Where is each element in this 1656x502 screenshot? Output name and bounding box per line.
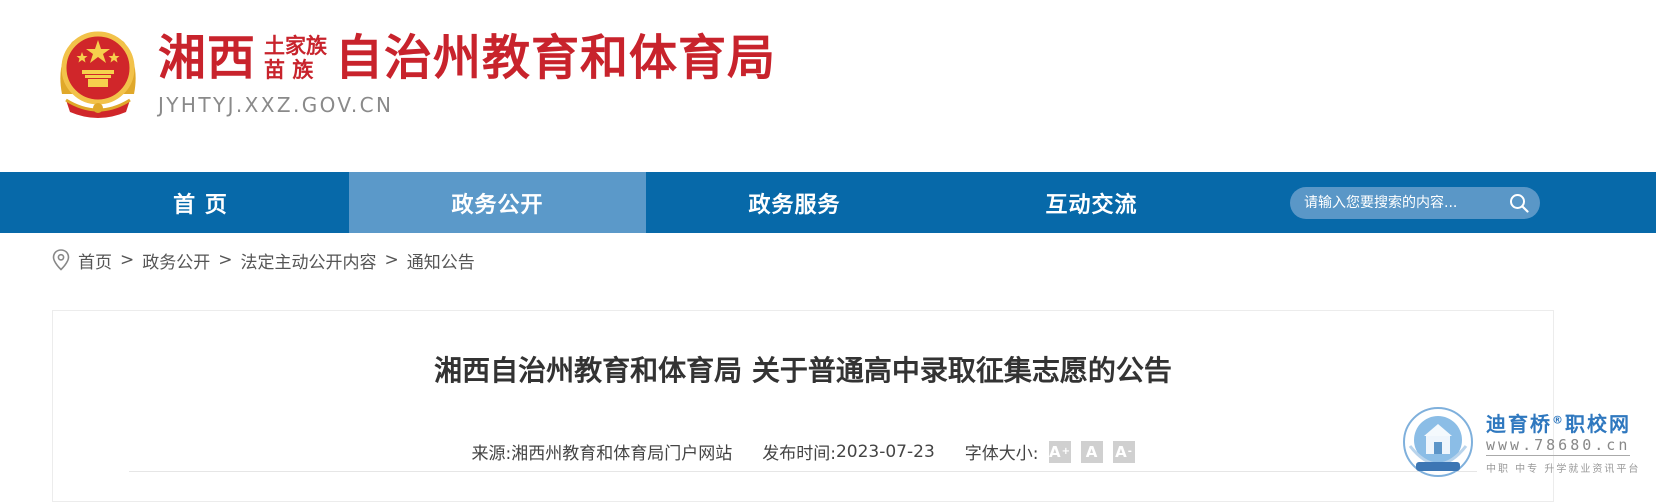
- breadcrumb-item-home[interactable]: 首页: [78, 248, 112, 273]
- breadcrumb: 首页 > 政务公开 > 法定主动公开内容 > 通知公告: [52, 247, 475, 273]
- site-title[interactable]: 湘西 土家族 苗 族 自治州教育和体育局: [158, 30, 776, 86]
- font-size-mark: +: [1061, 446, 1070, 457]
- meta-divider: [129, 471, 1477, 472]
- breadcrumb-separator: >: [120, 250, 135, 270]
- source-label: 来源:: [471, 444, 512, 464]
- breadcrumb-item-government-affairs[interactable]: 政务公开: [142, 248, 210, 273]
- national-emblem-icon[interactable]: [52, 24, 144, 122]
- site-title-stack-bottom: 苗 族: [264, 57, 314, 82]
- font-size-decrease-button[interactable]: A-: [1112, 440, 1135, 463]
- font-size-label: 字体大小:: [964, 444, 1039, 464]
- search-input[interactable]: [1304, 187, 1500, 219]
- registered-mark: ®: [1552, 413, 1565, 427]
- watermark-name: 迪育桥®职校网: [1486, 408, 1631, 437]
- font-size-letter: A: [1049, 442, 1061, 461]
- watermark-name-text: 迪育桥: [1486, 412, 1552, 436]
- watermark-tagline: 中职 中专 升学就业资讯平台: [1486, 464, 1641, 475]
- nav-item-interaction[interactable]: 互动交流: [943, 172, 1240, 233]
- breadcrumb-separator: >: [218, 250, 233, 270]
- article-title: 湘西自治州教育和体育局 关于普通高中录取征集志愿的公告: [434, 354, 1172, 387]
- nav-item-government-affairs[interactable]: 政务公开: [349, 172, 646, 233]
- watermark-name-suffix: 职校网: [1565, 412, 1631, 436]
- main-nav: 首 页 政务公开 政务服务 互动交流: [0, 172, 1656, 233]
- site-title-ethnic-stack: 土家族 苗 族: [264, 34, 327, 82]
- search-box: [1290, 187, 1540, 219]
- site-title-part2: 自治州教育和体育局: [335, 30, 777, 86]
- font-size-mark: -: [1127, 446, 1132, 457]
- watermark-url: www.78680.cn: [1486, 436, 1631, 456]
- watermark: 迪育桥®职校网 www.78680.cn 中职 中专 升学就业资讯平台: [1402, 402, 1656, 487]
- nav-item-government-services[interactable]: 政务服务: [646, 172, 943, 233]
- site-domain: JYHTYJ.XXZ.GOV.CN: [158, 93, 394, 117]
- font-size-reset-button[interactable]: A: [1080, 440, 1103, 463]
- source-value: 湘西州教育和体育局门户网站: [511, 444, 733, 464]
- font-size-increase-button[interactable]: A +: [1048, 440, 1071, 463]
- publish-date-label: 发布时间:: [762, 444, 836, 464]
- site-header: 湘西 土家族 苗 族 自治州教育和体育局 JYHTYJ.XXZ.GOV.CN: [0, 0, 1656, 172]
- nav-item-home[interactable]: 首 页: [52, 172, 349, 233]
- location-pin-icon: [52, 249, 70, 271]
- breadcrumb-item-statutory-disclosure[interactable]: 法定主动公开内容: [241, 248, 377, 273]
- article-meta: 来源: 湘西州教育和体育局门户网站 发布时间: 2023-07-23 字体大小:…: [53, 439, 1553, 464]
- breadcrumb-separator: >: [384, 250, 399, 270]
- article-panel: 湘西自治州教育和体育局 关于普通高中录取征集志愿的公告 来源: 湘西州教育和体育…: [52, 310, 1554, 502]
- watermark-logo-icon: [1403, 407, 1473, 477]
- font-size-letter: A: [1115, 442, 1127, 461]
- site-title-stack-top: 土家族: [264, 33, 328, 58]
- breadcrumb-item-notices[interactable]: 通知公告: [407, 248, 475, 273]
- site-title-part1: 湘西: [158, 30, 257, 86]
- search-icon[interactable]: [1508, 192, 1530, 214]
- font-size-letter: A: [1085, 442, 1098, 461]
- publish-date-value: 2023-07-23: [835, 441, 935, 462]
